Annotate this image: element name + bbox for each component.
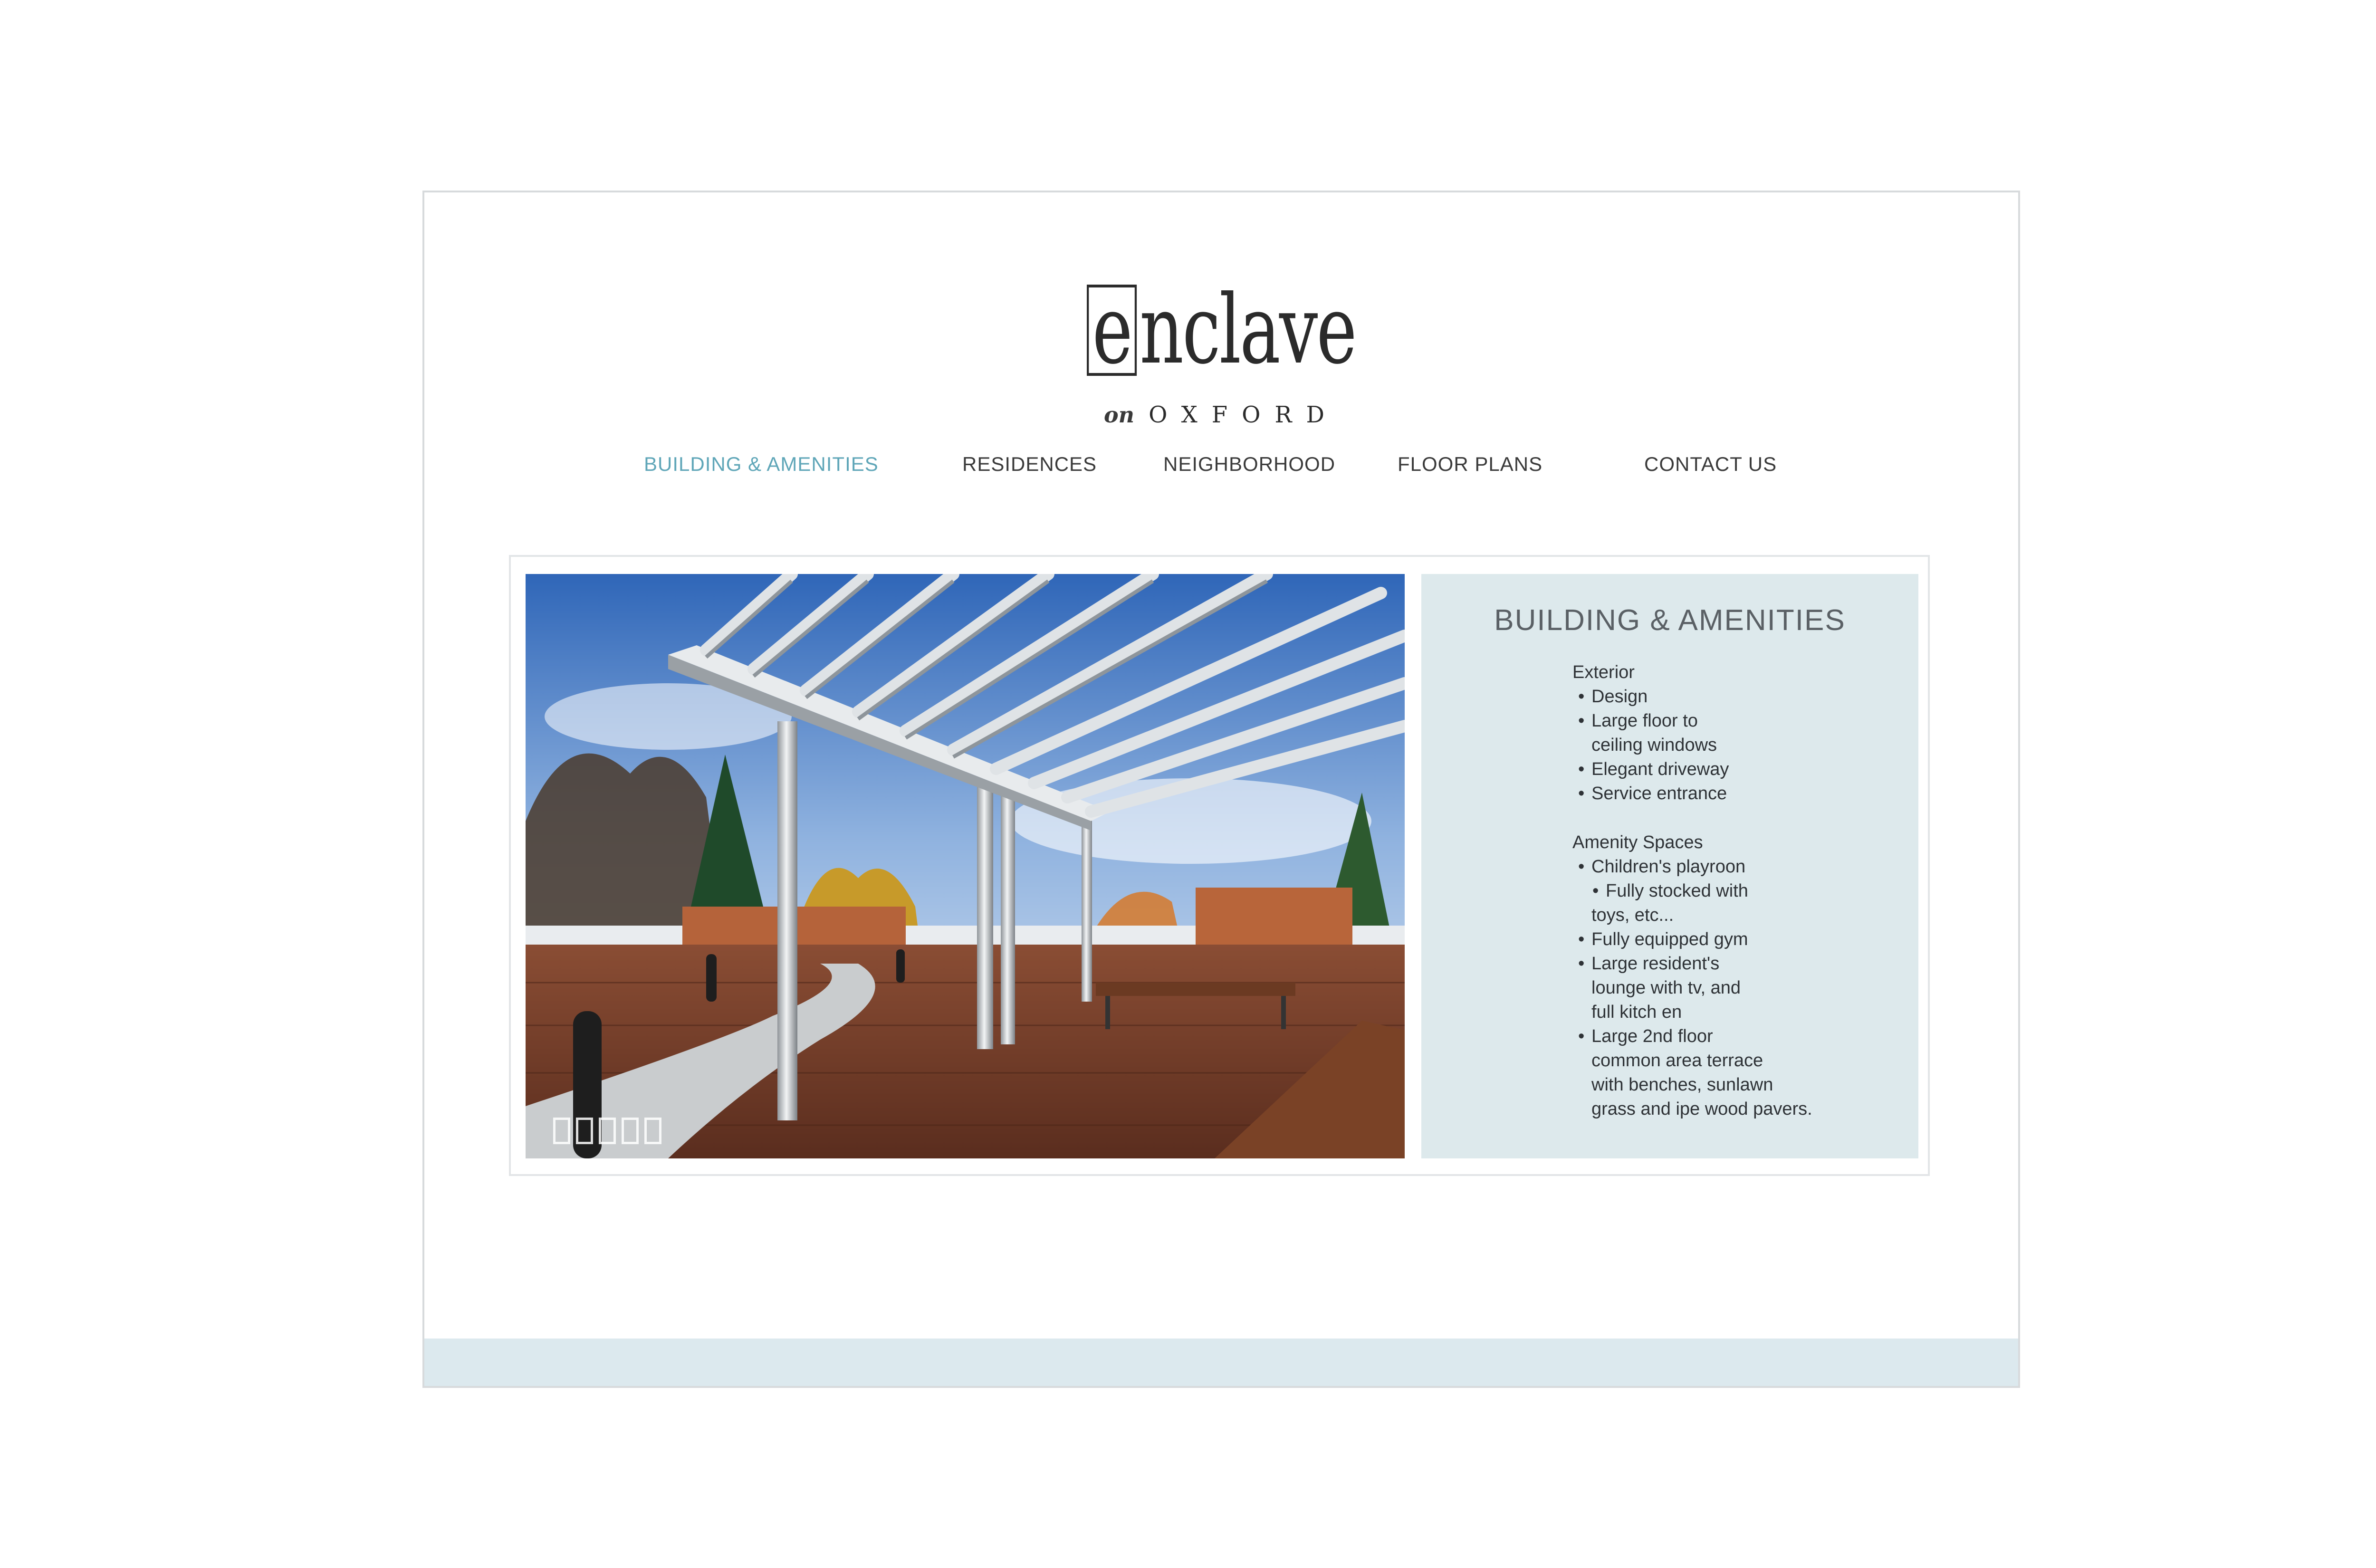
amenity-heading: Amenity Spaces bbox=[1572, 832, 1703, 852]
list-item: Large floor to bbox=[1572, 709, 1812, 733]
logo-oxford: OXFORD bbox=[1149, 402, 1339, 428]
logo-rest: nclave bbox=[1140, 275, 1357, 385]
slide-dot-1[interactable] bbox=[553, 1118, 570, 1144]
logo-wordmark: enclave bbox=[1087, 283, 1357, 378]
list-item-continuation: with benches, sunlawn bbox=[1591, 1075, 1773, 1095]
exterior-heading: Exterior bbox=[1572, 662, 1635, 682]
list-item-continuation: ceiling windows bbox=[1591, 735, 1717, 755]
list-item-continuation: toys, etc... bbox=[1591, 905, 1674, 925]
slideshow-dots bbox=[553, 1118, 661, 1144]
nav-neighborhood[interactable]: NEIGHBORHOOD bbox=[1163, 453, 1335, 476]
site-logo[interactable]: enclave on OXFORD bbox=[424, 283, 2018, 428]
slide-dot-2[interactable] bbox=[576, 1118, 593, 1144]
nav-residences[interactable]: RESIDENCES bbox=[962, 453, 1097, 476]
slideshow-photo[interactable] bbox=[526, 574, 1405, 1158]
pergola-terrace-image bbox=[526, 574, 1405, 1158]
main-nav: BUILDING & AMENITIES RESIDENCES NEIGHBOR… bbox=[424, 453, 2018, 481]
logo-on: on bbox=[1103, 402, 1135, 428]
list-item-continuation: full kitch en bbox=[1591, 1002, 1682, 1022]
list-subitem: Fully stocked with bbox=[1572, 879, 1812, 903]
list-item: Large 2nd floor bbox=[1572, 1024, 1812, 1049]
logo-subline: on OXFORD bbox=[424, 402, 2018, 428]
nav-floor-plans[interactable]: FLOOR PLANS bbox=[1398, 453, 1542, 476]
panel-title: BUILDING & AMENITIES bbox=[1494, 604, 1846, 637]
list-item: Service entrance bbox=[1572, 782, 1812, 806]
list-item: Elegant driveway bbox=[1572, 757, 1812, 782]
logo-first-letter: e bbox=[1087, 283, 1137, 378]
list-item: Large resident's bbox=[1572, 952, 1812, 976]
footer-bar bbox=[424, 1339, 2018, 1386]
amenities-list: Exterior Design Large floor to ceiling w… bbox=[1572, 660, 1812, 1121]
list-item-continuation: common area terrace bbox=[1591, 1051, 1763, 1071]
nav-building-amenities[interactable]: BUILDING & AMENITIES bbox=[644, 453, 879, 476]
list-item-continuation: grass and ipe wood pavers. bbox=[1591, 1099, 1812, 1119]
list-item-continuation: lounge with tv, and bbox=[1591, 978, 1741, 998]
slide-dot-5[interactable] bbox=[644, 1118, 661, 1144]
slide-dot-3[interactable] bbox=[599, 1118, 616, 1144]
page-frame: enclave on OXFORD BUILDING & AMENITIES R… bbox=[422, 191, 2020, 1388]
slide-dot-4[interactable] bbox=[622, 1118, 639, 1144]
nav-contact-us[interactable]: CONTACT US bbox=[1644, 453, 1777, 476]
list-item: Fully equipped gym bbox=[1572, 927, 1812, 952]
list-item: Children's playroon bbox=[1572, 855, 1812, 879]
info-panel: BUILDING & AMENITIES Exterior Design Lar… bbox=[1421, 574, 1918, 1158]
list-item: Design bbox=[1572, 685, 1812, 709]
content-card: BUILDING & AMENITIES Exterior Design Lar… bbox=[509, 555, 1930, 1176]
